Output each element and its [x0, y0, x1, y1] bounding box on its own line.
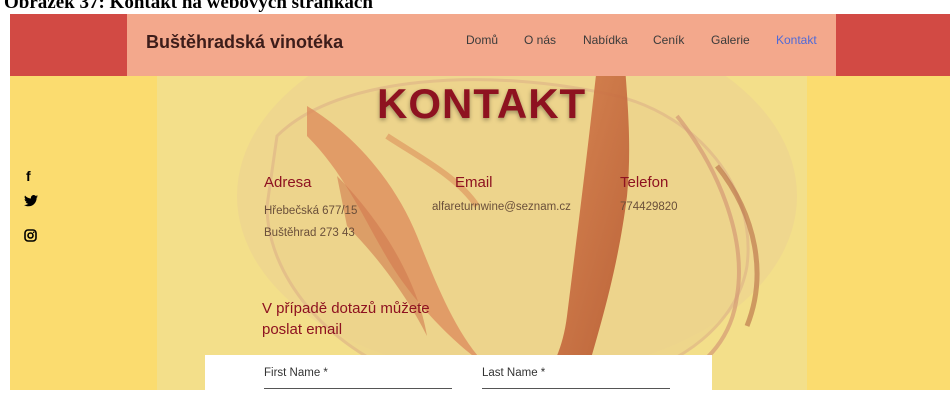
first-name-label: First Name *: [264, 367, 328, 379]
nav-item-gallery[interactable]: Galerie: [711, 33, 750, 47]
phone-number[interactable]: 774429820: [620, 201, 678, 213]
address-heading: Adresa: [264, 174, 312, 191]
contact-prompt-line-1: V případě dotazů můžete: [262, 300, 430, 317]
facebook-icon[interactable]: f: [26, 168, 31, 184]
address-line-1: Hřebečská 677/15: [264, 205, 358, 217]
last-name-input[interactable]: [482, 388, 670, 389]
nav-item-home[interactable]: Domů: [466, 33, 498, 47]
contact-prompt-line-2: poslat email: [262, 321, 343, 338]
address-line-2: Buštěhrad 273 43: [264, 227, 355, 239]
nav-item-about[interactable]: O nás: [524, 33, 556, 47]
nav-item-pricing[interactable]: Ceník: [653, 33, 684, 47]
page-title: KONTAKT: [377, 80, 587, 127]
site-brand[interactable]: Buštěhradská vinotéka: [146, 32, 343, 53]
email-heading: Email: [455, 174, 493, 191]
instagram-icon[interactable]: [24, 229, 37, 245]
nav-item-offer[interactable]: Nabídka: [583, 33, 628, 47]
first-name-input[interactable]: [264, 388, 452, 389]
twitter-icon[interactable]: [24, 194, 38, 210]
page-body: f KONTAKT Adresa Hřebečská 677/15 Buštěh…: [10, 76, 950, 390]
contact-panel: KONTAKT Adresa Hřebečská 677/15 Buštěhra…: [157, 76, 807, 390]
site-header: Buštěhradská vinotéka Domů O nás Nabídka…: [10, 14, 950, 76]
header-bar: Buštěhradská vinotéka Domů O nás Nabídka…: [127, 14, 836, 76]
contact-prompt: V případě dotazů můžete poslat email: [262, 298, 430, 340]
email-address[interactable]: alfareturnwine@seznam.cz: [432, 201, 571, 213]
nav-item-contact[interactable]: Kontakt: [776, 33, 817, 47]
contact-form: First Name * Last Name *: [205, 355, 712, 395]
last-name-label: Last Name *: [482, 367, 546, 379]
figure-caption: Obrázek 37: Kontakt na webových stránkác…: [4, 0, 373, 13]
phone-heading: Telefon: [620, 174, 669, 191]
